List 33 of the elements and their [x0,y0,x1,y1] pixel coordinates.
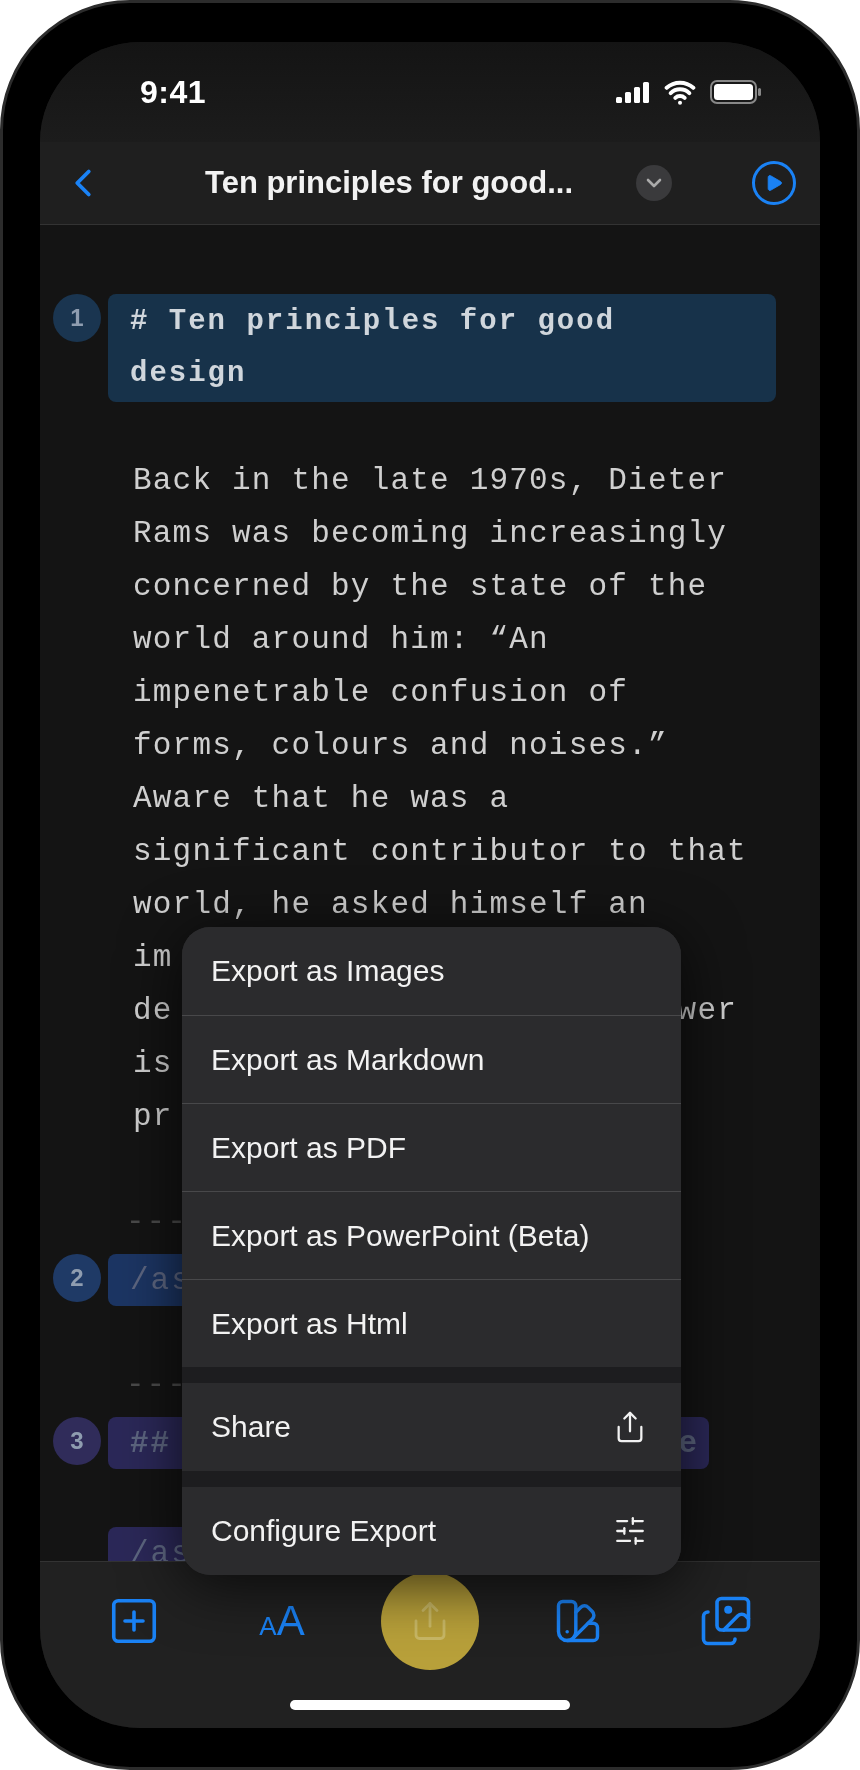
block-number: 2 [53,1254,101,1302]
paragraph-text: world, he asked himself an [133,886,648,924]
block-number: 3 [53,1417,101,1465]
signal-icon [616,81,650,103]
paragraph-text: de [133,992,173,1030]
heading-block[interactable]: # Ten principles for good design [108,294,776,402]
menu-item[interactable]: Share [182,1383,681,1471]
menu-item[interactable]: Export as Images [182,927,681,1015]
menu-item[interactable]: Export as Html [182,1279,681,1367]
images-icon [699,1594,753,1648]
paragraph-text: world around him: “An [133,621,549,659]
paragraph-text: Aware that he was a [133,780,510,818]
title-menu-button[interactable] [636,165,672,201]
block-number: 1 [53,294,101,342]
paragraph-text: is [133,1045,173,1083]
status-time: 9:41 [140,73,207,111]
menu-item[interactable]: Configure Export [182,1487,681,1575]
battery-icon [710,80,762,104]
sliders-icon [613,1514,647,1548]
paragraph-text: significant contributor to that [133,833,747,871]
paragraph-text: concerned by the state of the [133,568,708,606]
paragraph-text: forms, colours and noises.” [133,727,668,765]
paragraph-text: pr [133,1098,173,1136]
menu-item[interactable]: Export as Markdown [182,1015,681,1103]
menu-item[interactable]: Export as PDF [182,1103,681,1191]
menu-item[interactable]: Export as PowerPoint (Beta) [182,1191,681,1279]
play-button[interactable] [752,161,796,205]
paragraph-text: im [133,939,173,977]
text-size-button[interactable]: AA [233,1572,331,1670]
paragraph-text: impenetrable confusion of [133,674,629,712]
paragraph-text: Rams was becoming increasingly [133,515,728,553]
document-title: Ten principles for good... [204,165,574,201]
paragraph-text: Back in the late 1970s, Dieter [133,462,728,500]
